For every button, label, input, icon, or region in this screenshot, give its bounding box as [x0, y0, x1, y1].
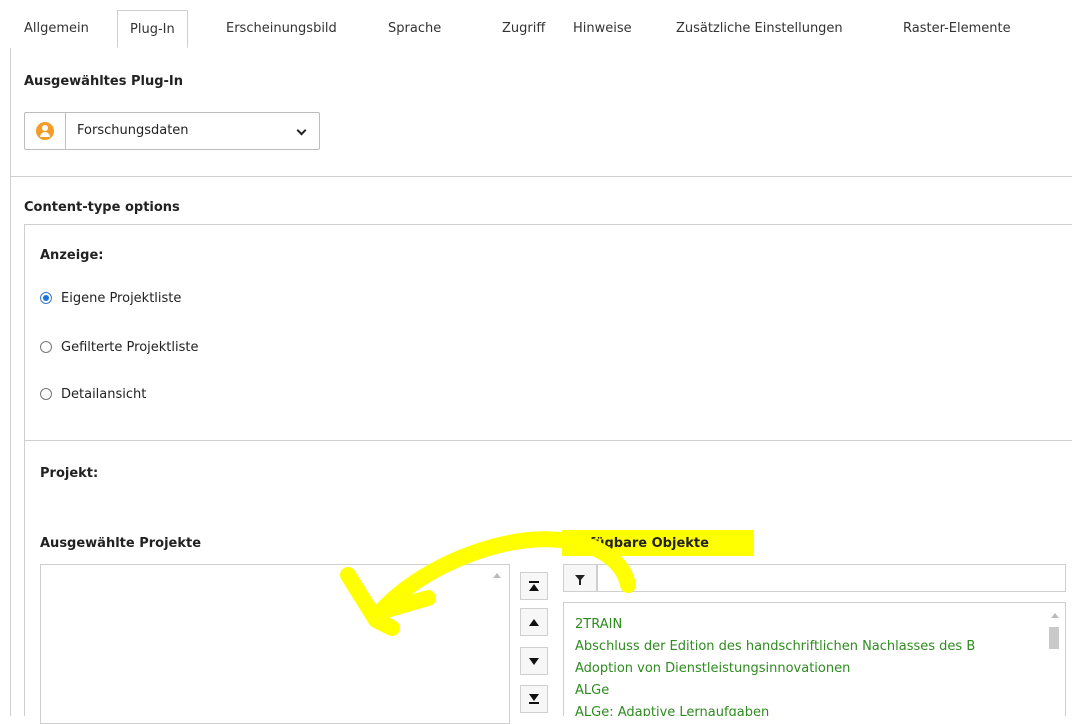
radio-label: Detailansicht	[61, 386, 147, 402]
project-heading: Projekt:	[40, 466, 99, 481]
available-objects-heading: Verfügbare Objekte	[565, 536, 709, 551]
radio-label: Eigene Projektliste	[61, 290, 182, 306]
plugin-select[interactable]: Forschungsdaten	[24, 112, 320, 150]
selected-projects-heading: Ausgewählte Projekte	[40, 536, 202, 551]
move-up-button[interactable]	[520, 608, 548, 636]
radio-gefilterte-projektliste[interactable]: Gefilterte Projektliste	[40, 337, 199, 357]
list-item[interactable]: ALGe	[575, 683, 609, 698]
move-to-bottom-button[interactable]	[520, 685, 548, 713]
tab-bar: Allgemein Plug-In Erscheinungsbild Sprac…	[10, 10, 1072, 49]
plugin-icon-box	[25, 113, 66, 149]
tab-sprache[interactable]: Sprache	[388, 10, 441, 47]
scrollbar-thumb[interactable]	[1049, 627, 1059, 649]
arrow-down-icon	[529, 657, 539, 665]
tab-hinweise[interactable]: Hinweise	[573, 10, 632, 47]
content-type-heading: Content-type options	[24, 200, 180, 215]
list-item[interactable]: 2TRAIN	[575, 617, 622, 632]
tab-zugriff[interactable]: Zugriff	[502, 10, 545, 47]
filter-input[interactable]	[597, 564, 1066, 592]
list-item[interactable]: ALGe: Adaptive Lernaufgaben	[575, 705, 769, 716]
plugin-heading: Ausgewähltes Plug-In	[24, 74, 183, 89]
plugin-select-value: Forschungsdaten	[77, 123, 189, 138]
move-down-button[interactable]	[520, 647, 548, 675]
radio-label: Gefilterte Projektliste	[61, 339, 199, 355]
divider	[25, 440, 1072, 441]
list-item[interactable]: Abschluss der Edition des handschriftlic…	[575, 639, 975, 654]
radio-detailansicht[interactable]: Detailansicht	[40, 384, 146, 404]
radio-unchecked-icon	[40, 388, 52, 400]
move-bottom-icon	[529, 694, 539, 704]
tab-erscheinungsbild[interactable]: Erscheinungsbild	[226, 10, 337, 47]
selected-projects-list[interactable]	[40, 564, 510, 724]
filter-icon	[575, 575, 585, 585]
tab-raster-elemente[interactable]: Raster-Elemente	[903, 10, 1011, 47]
tab-zusaetzliche-einstellungen[interactable]: Zusätzliche Einstellungen	[676, 10, 843, 47]
divider	[10, 176, 1072, 177]
chevron-down-icon	[296, 125, 307, 136]
radio-checked-icon	[40, 292, 52, 304]
available-objects-list[interactable]: 2TRAIN Abschluss der Edition des handsch…	[563, 602, 1066, 716]
scroll-up-icon[interactable]	[1051, 613, 1059, 618]
move-top-icon	[529, 581, 539, 591]
filter-button[interactable]	[563, 564, 597, 592]
tab-plug-in[interactable]: Plug-In	[117, 10, 188, 48]
move-to-top-button[interactable]	[520, 572, 548, 600]
scrollbar-track[interactable]	[1045, 603, 1065, 716]
list-item[interactable]: Adoption von Dienstleistungsinnovationen	[575, 661, 850, 676]
radio-unchecked-icon	[40, 341, 52, 353]
display-heading: Anzeige:	[40, 248, 104, 263]
radio-eigene-projektliste[interactable]: Eigene Projektliste	[40, 288, 181, 308]
arrow-up-icon	[529, 618, 539, 626]
scroll-up-icon[interactable]	[493, 573, 501, 578]
user-icon	[36, 122, 54, 140]
tab-allgemein[interactable]: Allgemein	[24, 10, 89, 47]
